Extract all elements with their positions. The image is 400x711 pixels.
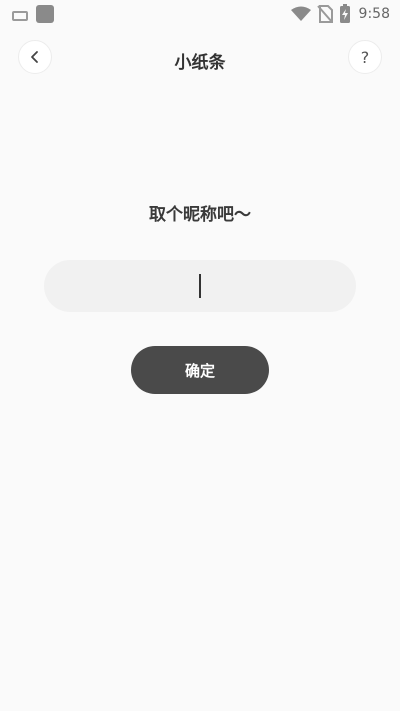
nickname-prompt: 取个昵称吧～ (149, 205, 251, 225)
confirm-button[interactable]: 确定 (131, 346, 269, 394)
keyboard-icon (12, 10, 28, 21)
nickname-field (44, 260, 360, 314)
no-sim-icon (316, 5, 333, 23)
notification-square-icon (36, 5, 54, 23)
page-title: 小纸条 (174, 53, 226, 73)
help-button[interactable]: ? (348, 40, 382, 74)
top-nav: 小纸条 ? (0, 40, 400, 76)
nickname-input[interactable] (44, 260, 360, 314)
status-bar: 9:58 (0, 0, 400, 28)
status-time: 9:58 (358, 6, 390, 22)
wifi-icon (290, 6, 311, 21)
status-bar-right: 9:58 (290, 4, 390, 24)
status-bar-left (12, 5, 54, 23)
help-icon: ? (360, 47, 370, 67)
battery-charging-icon (339, 4, 350, 23)
screen: 9:58 小纸条 ? 取个昵称吧～ 确定 (0, 0, 400, 711)
